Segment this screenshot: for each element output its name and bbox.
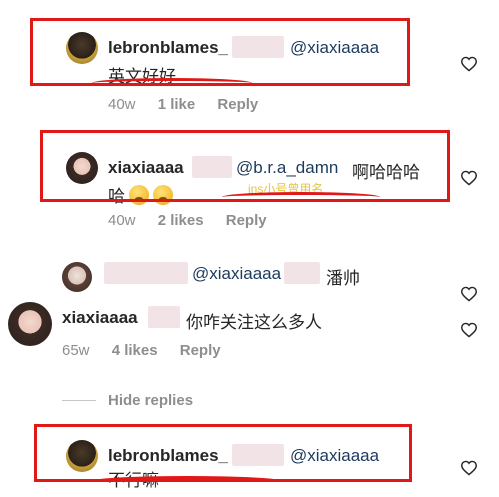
highlight-box-2: [40, 130, 450, 202]
heart-icon[interactable]: [460, 56, 478, 72]
underline-3: [92, 476, 282, 486]
comment-4-username[interactable]: xiaxiaaaa: [62, 308, 138, 328]
comment-4-redaction: [148, 306, 180, 328]
heart-icon[interactable]: [460, 170, 478, 186]
comment-4-meta: 65w 4 likes Reply: [62, 342, 221, 359]
heart-icon[interactable]: [460, 286, 478, 302]
comment-4-text: 你咋关注这么多人: [186, 313, 322, 332]
comment-3-mention[interactable]: @xiaxiaaaa: [192, 264, 281, 284]
underline-2: [222, 192, 380, 202]
highlight-box-1: [30, 18, 410, 86]
heart-icon[interactable]: [460, 460, 478, 476]
comment-4-likes[interactable]: 4 likes: [112, 342, 158, 359]
avatar-reply-user[interactable]: [62, 262, 92, 292]
comment-2-reply-button[interactable]: Reply: [226, 212, 267, 229]
comment-1-reply-button[interactable]: Reply: [217, 96, 258, 113]
hide-replies-divider: [62, 400, 96, 401]
comment-2-likes[interactable]: 2 likes: [158, 212, 204, 229]
hide-replies-button[interactable]: Hide replies: [108, 392, 193, 409]
comment-2-time: 40w: [108, 212, 136, 229]
comment-3-username-redaction: [104, 262, 188, 284]
comment-1-meta: 40w 1 like Reply: [108, 96, 258, 113]
comment-3-redaction: [284, 262, 320, 284]
comment-1-time: 40w: [108, 96, 136, 113]
underline-1: [92, 78, 252, 88]
comment-3-text: 潘帅: [326, 269, 360, 288]
comment-2-meta: 40w 2 likes Reply: [108, 212, 267, 229]
comment-1-likes[interactable]: 1 like: [158, 96, 196, 113]
comment-4-time: 65w: [62, 342, 90, 359]
avatar-xiaxiaaaa-large[interactable]: [8, 302, 52, 346]
highlight-box-3: [34, 424, 412, 482]
comment-4-reply-button[interactable]: Reply: [180, 342, 221, 359]
heart-icon[interactable]: [460, 322, 478, 338]
